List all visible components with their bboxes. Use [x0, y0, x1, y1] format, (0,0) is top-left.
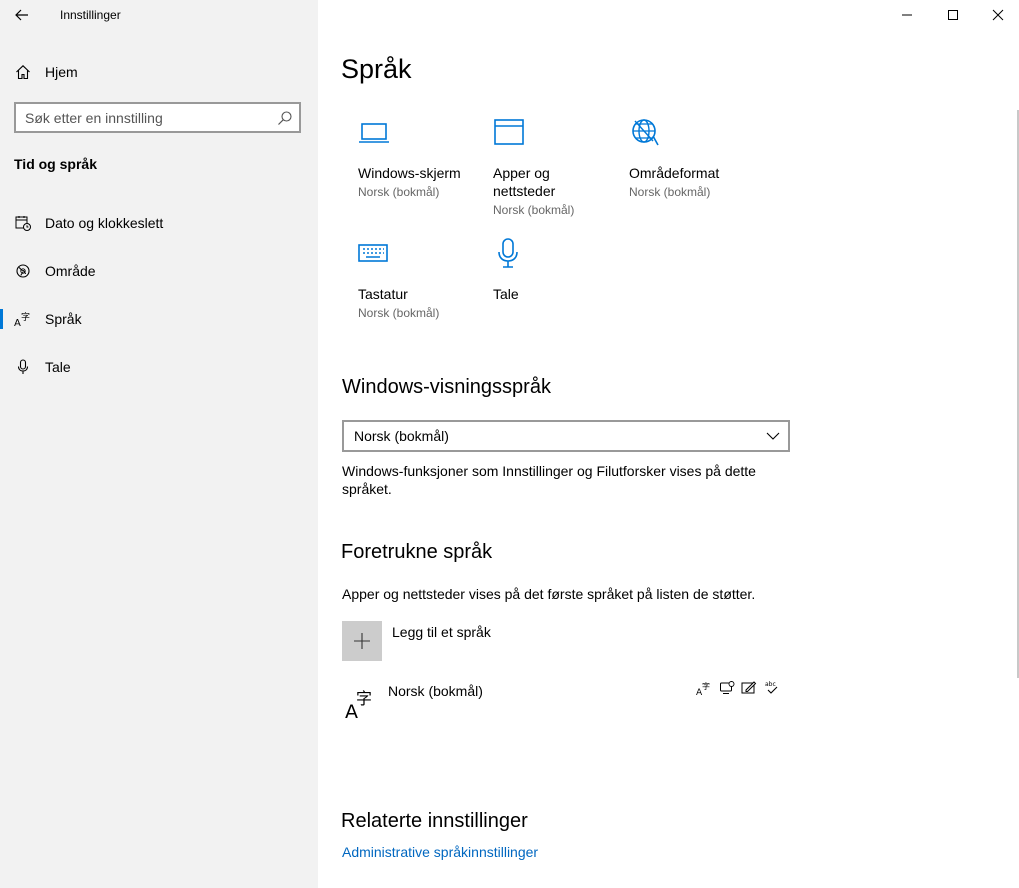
add-language-button[interactable]: Legg til et språk: [342, 621, 642, 661]
language-list-item[interactable]: A字 Norsk (bokmål) A字 abc: [342, 680, 782, 724]
window-icon: [494, 119, 524, 145]
sidebar-item-region[interactable]: Område: [0, 251, 318, 291]
microphone-icon: [498, 238, 518, 268]
handwriting-icon: [741, 681, 757, 694]
minimize-icon: [902, 14, 912, 16]
tile-apps-websites[interactable]: Apper og nettsteder Norsk (bokmål): [493, 116, 603, 219]
tile-subtitle: Norsk (bokmål): [358, 185, 440, 199]
globe-format-icon: [632, 119, 659, 146]
search-box[interactable]: [14, 102, 301, 133]
tile-keyboard[interactable]: Tastatur Norsk (bokmål): [358, 237, 488, 322]
svg-text:字: 字: [702, 681, 710, 691]
sidebar-item-speech[interactable]: Tale: [0, 347, 318, 387]
sidebar-item-language[interactable]: A字 Språk: [0, 299, 318, 339]
sidebar-item-label: Tale: [45, 359, 71, 375]
chevron-down-icon: [766, 432, 780, 440]
close-button[interactable]: [975, 0, 1019, 30]
sidebar: Innstillinger Hjem Tid og språk Dato og …: [0, 0, 318, 888]
display-language-dropdown[interactable]: Norsk (bokmål): [342, 420, 790, 452]
svg-text:字: 字: [356, 689, 372, 708]
tile-windows-display[interactable]: Windows-skjerm Norsk (bokmål): [358, 116, 488, 201]
related-settings-heading: Relaterte innstillinger: [341, 810, 528, 832]
back-arrow-icon: [15, 9, 28, 21]
add-language-label: Legg til et språk: [392, 624, 491, 640]
sidebar-item-label: Område: [45, 263, 96, 279]
page-title: Språk: [341, 54, 412, 84]
home-icon: [14, 63, 32, 81]
display-language-description: Windows-funksjoner som Innstillinger og …: [342, 463, 756, 497]
sidebar-item-date-time[interactable]: Dato og klokkeslett: [0, 203, 318, 243]
tile-speech[interactable]: Tale: [493, 237, 573, 303]
tile-name: Apper og nettsteder: [493, 165, 556, 199]
calendar-clock-icon: [14, 214, 32, 232]
tile-subtitle: Norsk (bokmål): [358, 306, 440, 320]
display-language-heading: Windows-visningsspråk: [342, 376, 551, 398]
nav-home-label: Hjem: [45, 64, 78, 80]
nav-home[interactable]: Hjem: [0, 54, 318, 90]
sidebar-section-heading: Tid og språk: [14, 156, 97, 172]
back-button[interactable]: [8, 2, 36, 28]
admin-language-settings-link[interactable]: Administrative språkinnstillinger: [342, 844, 538, 860]
sidebar-item-label: Dato og klokkeslett: [45, 215, 164, 231]
spellcheck-icon: abc: [765, 681, 778, 694]
tile-name: Tale: [493, 286, 519, 302]
preferred-languages-description: Apper og nettsteder vises på det første …: [342, 586, 756, 602]
speech-icon: [720, 681, 735, 694]
tile-subtitle: Norsk (bokmål): [493, 203, 575, 217]
maximize-icon: [948, 10, 958, 20]
plus-icon: [342, 621, 382, 661]
tile-regional-format[interactable]: Områdeformat Norsk (bokmål): [629, 116, 759, 201]
laptop-icon: [359, 123, 389, 143]
app-title: Innstillinger: [60, 8, 121, 22]
tile-subtitle: Norsk (bokmål): [629, 185, 711, 199]
close-icon: [992, 9, 1004, 21]
search-input[interactable]: [16, 104, 271, 131]
language-icon: A字: [345, 689, 372, 720]
svg-text:字: 字: [21, 311, 30, 323]
dropdown-selected-value: Norsk (bokmål): [354, 428, 449, 444]
microphone-icon: [14, 358, 32, 376]
keyboard-icon: [358, 244, 388, 262]
maximize-button[interactable]: [930, 0, 976, 30]
preferred-languages-heading: Foretrukne språk: [341, 541, 493, 563]
tile-name: Windows-skjerm: [358, 165, 461, 181]
search-icon: [278, 111, 292, 125]
display-language-icon: A字: [696, 681, 710, 696]
sidebar-item-label: Språk: [45, 311, 82, 327]
minimize-button[interactable]: [884, 0, 930, 30]
tile-name: Tastatur: [358, 286, 408, 302]
svg-text:abc: abc: [765, 681, 776, 688]
globe-region-icon: [14, 262, 32, 280]
svg-text:A: A: [14, 318, 21, 328]
tile-name: Områdeformat: [629, 165, 720, 181]
language-icon: A字: [14, 310, 32, 328]
language-name: Norsk (bokmål): [388, 683, 483, 699]
